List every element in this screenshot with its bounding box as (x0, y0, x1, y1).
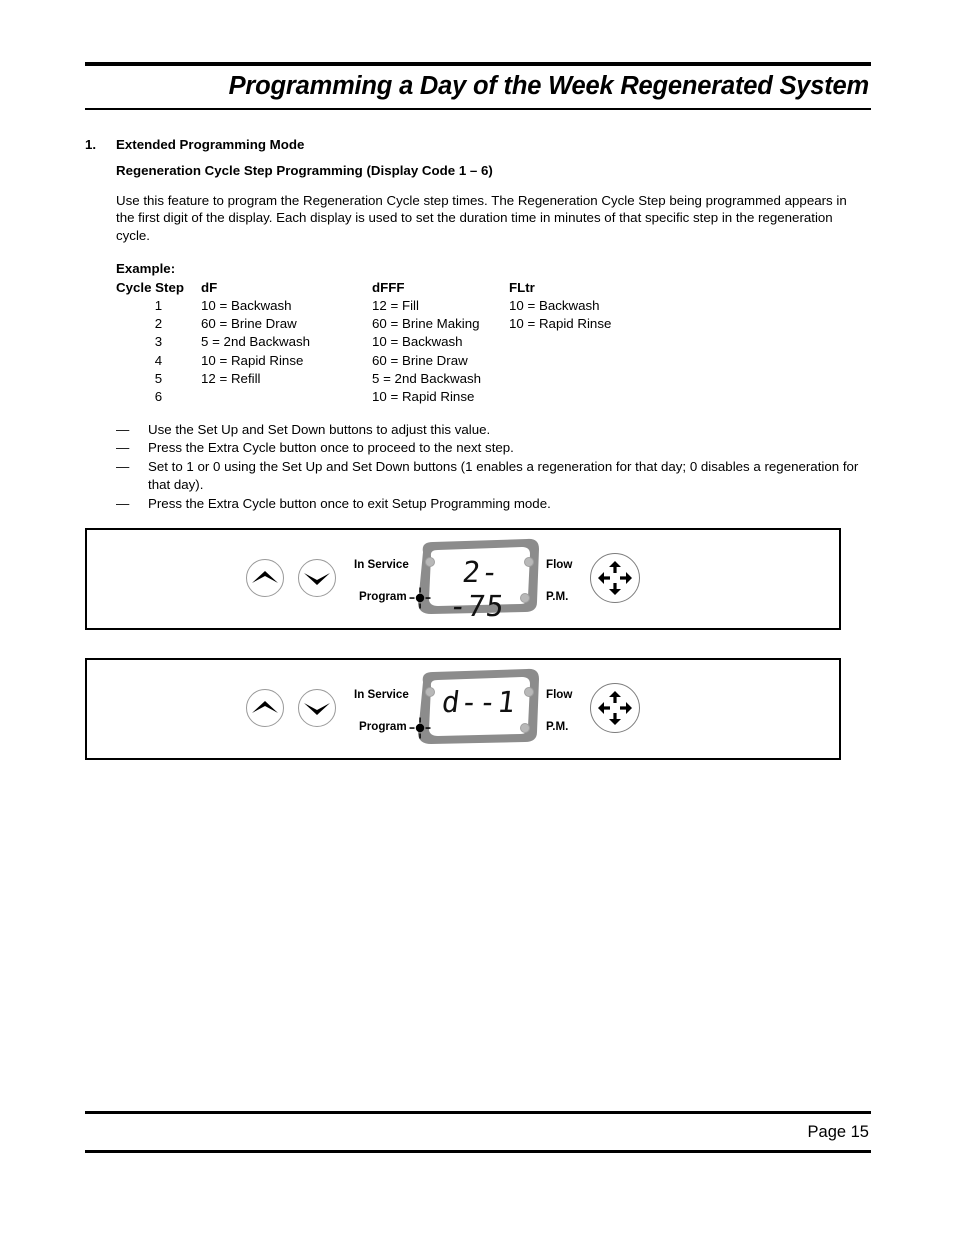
item-number: 1. (85, 137, 97, 152)
table-row: 5 12 = Refill 5 = 2nd Backwash (116, 370, 649, 388)
in-service-indicator-lamp (425, 687, 435, 697)
cell-dfff: 10 = Rapid Rinse (372, 389, 475, 405)
pm-indicator-lamp (520, 593, 530, 603)
lcd-display-value: 2--75 (447, 555, 507, 623)
lcd-display-value: d--1 (439, 685, 519, 719)
page-title: Programming a Day of the Week Regenerate… (228, 72, 870, 100)
cell-cycle-step: 1 (154, 297, 163, 313)
cell-cycle-step: 5 (154, 371, 163, 387)
cell-fltr (509, 352, 649, 370)
table-header-row: Cycle Step dF dFFF FLtr (116, 279, 649, 297)
cell-dfff: 10 = Backwash (372, 334, 463, 350)
cycle-step-table: Cycle Step dF dFFF FLtr 1 10 = Backwash … (116, 279, 649, 407)
program-indicator-lamp (408, 716, 432, 740)
section-subheading: Regeneration Cycle Step Programming (Dis… (116, 163, 493, 178)
cell-fltr: 10 = Rapid Rinse (509, 316, 612, 332)
cell-cycle-step: 6 (154, 389, 163, 405)
cell-fltr (509, 388, 649, 406)
dash-bullet-icon: — (116, 440, 130, 456)
cell-dfff: 60 = Brine Making (372, 316, 480, 332)
extra-cycle-button[interactable] (590, 683, 640, 733)
list-item-text: Press the Extra Cycle button once to pro… (148, 440, 514, 456)
cell-cycle-step: 2 (154, 316, 163, 332)
list-item-text: Use the Set Up and Set Down buttons to a… (148, 421, 491, 437)
flow-label: Flow (546, 558, 573, 571)
control-panel-figure-2: In Service Program Flow P.M. d--1 (85, 658, 841, 760)
cell-fltr (509, 370, 649, 388)
regeneration-recycle-icon (598, 561, 632, 595)
section-heading: Extended Programming Mode (116, 137, 305, 152)
main-content: 1. Extended Programming Mode Regeneratio… (85, 136, 875, 514)
cell-dfff: 12 = Fill (372, 297, 419, 313)
control-panel-figure-1: In Service Program Flow P.M. 2--75 (85, 528, 841, 630)
cell-df: 60 = Brine Draw (201, 316, 297, 332)
cell-df: 10 = Rapid Rinse (201, 352, 304, 368)
example-label: Example: (116, 260, 176, 276)
column-header-dfff: dFFF (372, 279, 405, 295)
page: Programming a Day of the Week Regenerate… (0, 0, 954, 1235)
footer-rule-bottom (85, 1150, 871, 1153)
program-indicator-lamp (408, 586, 432, 610)
program-label: Program (359, 720, 407, 733)
cell-df: 10 = Backwash (201, 297, 292, 313)
list-item: — Use the Set Up and Set Down buttons to… (116, 421, 871, 440)
page-number: Page 15 (807, 1123, 869, 1141)
list-item: — Press the Extra Cycle button once to p… (116, 439, 871, 458)
in-service-label: In Service (354, 688, 409, 701)
dash-bullet-icon: — (116, 458, 130, 474)
table-row: 6 10 = Rapid Rinse (116, 388, 649, 406)
page-footer: Page 15 (85, 1111, 871, 1153)
program-label: Program (359, 590, 407, 603)
cell-dfff: 5 = 2nd Backwash (372, 371, 482, 387)
chevron-down-icon (304, 703, 330, 715)
control-panel-inner: In Service Program Flow P.M. 2--75 (87, 530, 839, 628)
dash-bullet-icon: — (116, 421, 130, 437)
chevron-down-icon (304, 573, 330, 585)
cell-dfff: 60 = Brine Draw (372, 352, 468, 368)
list-item-text: Set to 1 or 0 using the Set Up and Set D… (148, 458, 859, 493)
cell-cycle-step: 3 (154, 334, 163, 350)
column-header-fltr: FLtr (509, 279, 535, 295)
pm-label: P.M. (546, 590, 569, 603)
flow-label: Flow (546, 688, 573, 701)
set-down-button[interactable] (298, 559, 336, 597)
header-rule-bottom (85, 108, 871, 110)
set-up-button[interactable] (246, 689, 284, 727)
in-service-label: In Service (354, 558, 409, 571)
table-row: 1 10 = Backwash 12 = Fill 10 = Backwash (116, 297, 649, 315)
in-service-indicator-lamp (425, 557, 435, 567)
table-row: 4 10 = Rapid Rinse 60 = Brine Draw (116, 352, 649, 370)
page-header: Programming a Day of the Week Regenerate… (85, 62, 871, 110)
table-row: 3 5 = 2nd Backwash 10 = Backwash (116, 333, 649, 351)
table-row: 2 60 = Brine Draw 60 = Brine Making 10 =… (116, 315, 649, 333)
lit-lamp-icon (409, 587, 431, 609)
numbered-item-1: 1. Extended Programming Mode (85, 136, 875, 153)
cell-df: 5 = 2nd Backwash (201, 334, 311, 350)
list-item: — Press the Extra Cycle button once to e… (116, 495, 871, 514)
chevron-up-icon (252, 701, 278, 713)
set-up-button[interactable] (246, 559, 284, 597)
flow-indicator-lamp (524, 687, 534, 697)
section-paragraph: Use this feature to program the Regenera… (116, 192, 847, 244)
cell-fltr (509, 333, 649, 351)
cell-df (201, 388, 372, 406)
pm-label: P.M. (546, 720, 569, 733)
flow-indicator-lamp (524, 557, 534, 567)
lit-lamp-icon (409, 717, 431, 739)
list-item: — Set to 1 or 0 using the Set Up and Set… (116, 458, 871, 495)
cell-df: 12 = Refill (201, 371, 261, 387)
instruction-list: — Use the Set Up and Set Down buttons to… (116, 421, 871, 514)
list-item-text: Press the Extra Cycle button once to exi… (148, 496, 551, 512)
set-down-button[interactable] (298, 689, 336, 727)
control-panel-inner: In Service Program Flow P.M. d--1 (87, 660, 839, 758)
column-header-df: dF (201, 279, 218, 295)
extra-cycle-button[interactable] (590, 553, 640, 603)
regeneration-recycle-icon (598, 691, 632, 725)
cell-cycle-step: 4 (154, 352, 163, 368)
chevron-up-icon (252, 571, 278, 583)
dash-bullet-icon: — (116, 496, 130, 512)
pm-indicator-lamp (520, 723, 530, 733)
column-header-cycle-step: Cycle Step (116, 279, 184, 295)
cell-fltr: 10 = Backwash (509, 297, 600, 313)
